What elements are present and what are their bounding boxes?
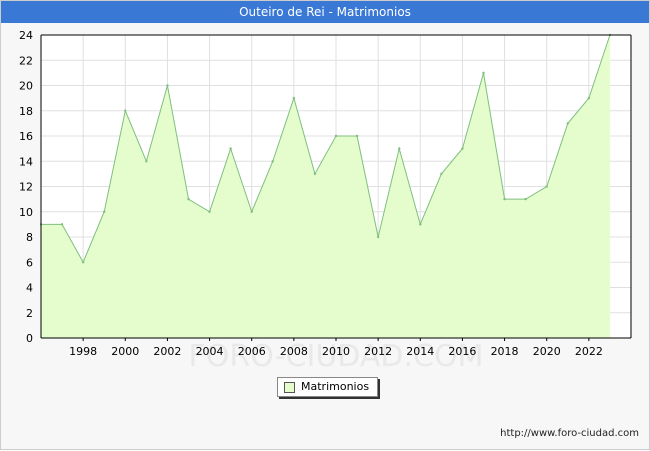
x-tick-label: 2012	[364, 345, 392, 358]
x-tick-label: 2002	[153, 345, 181, 358]
data-point	[124, 109, 127, 112]
data-point	[503, 197, 506, 201]
data-point	[334, 134, 338, 138]
y-tick-label: 4	[26, 282, 33, 295]
x-tick-label: 2000	[111, 345, 139, 358]
y-tick-label: 20	[19, 80, 33, 93]
y-axis-ticks: 024681012141618202224	[19, 29, 33, 345]
data-point	[482, 71, 485, 75]
legend-swatch	[284, 381, 295, 393]
x-tick-label: 2010	[322, 345, 350, 358]
x-tick-label: 2006	[238, 345, 266, 358]
x-tick-label: 2022	[575, 345, 603, 358]
x-tick-label: 2020	[533, 345, 561, 358]
data-point	[166, 84, 169, 87]
data-point	[376, 235, 380, 239]
legend: Matrimonios	[277, 377, 379, 397]
y-tick-label: 6	[26, 256, 33, 269]
data-point	[145, 160, 148, 163]
y-tick-label: 2	[26, 307, 33, 320]
legend-label: Matrimonios	[301, 380, 370, 393]
data-point	[461, 147, 464, 150]
chart-title: Outeiro de Rei - Matrimonios	[1, 1, 649, 23]
data-point	[545, 185, 548, 188]
data-point	[292, 96, 296, 100]
y-tick-label: 24	[19, 29, 33, 42]
data-point	[398, 147, 401, 150]
x-tick-label: 2014	[406, 345, 434, 358]
x-tick-label: 2016	[448, 345, 476, 358]
data-point	[187, 197, 190, 201]
y-tick-label: 0	[26, 332, 33, 345]
data-point	[250, 210, 253, 213]
source-credit: http://www.foro-ciudad.com	[500, 428, 639, 439]
y-tick-label: 16	[19, 130, 33, 143]
data-point	[103, 210, 106, 213]
x-tick-label: 2018	[491, 345, 519, 358]
x-tick-label: 2008	[280, 345, 308, 358]
chart-window: FORO-CIUDAD.COM 0 2 4 6 8 10 12 14 16 18 20 22 24 19…	[0, 0, 650, 450]
x-axis-ticks: 1998 2000 2002 2004 2006 2008 2010 2012 2014 2016…	[69, 338, 603, 358]
y-tick-label: 12	[19, 181, 33, 194]
y-tick-label: 10	[19, 206, 33, 219]
data-point	[271, 160, 274, 163]
data-point	[587, 96, 591, 100]
y-tick-label: 18	[19, 105, 33, 118]
data-point	[60, 223, 64, 226]
data-point	[524, 197, 527, 201]
data-point	[355, 134, 359, 138]
y-tick-label: 14	[19, 155, 33, 168]
data-point	[566, 122, 569, 125]
data-point	[440, 172, 443, 176]
data-point	[229, 147, 232, 150]
data-point	[313, 172, 317, 176]
data-point	[81, 261, 85, 264]
data-point	[419, 223, 422, 226]
y-tick-label: 8	[26, 231, 33, 244]
y-tick-label: 22	[19, 54, 33, 67]
x-tick-label: 1998	[69, 345, 97, 358]
data-point	[208, 210, 211, 213]
x-tick-label: 2004	[196, 345, 224, 358]
